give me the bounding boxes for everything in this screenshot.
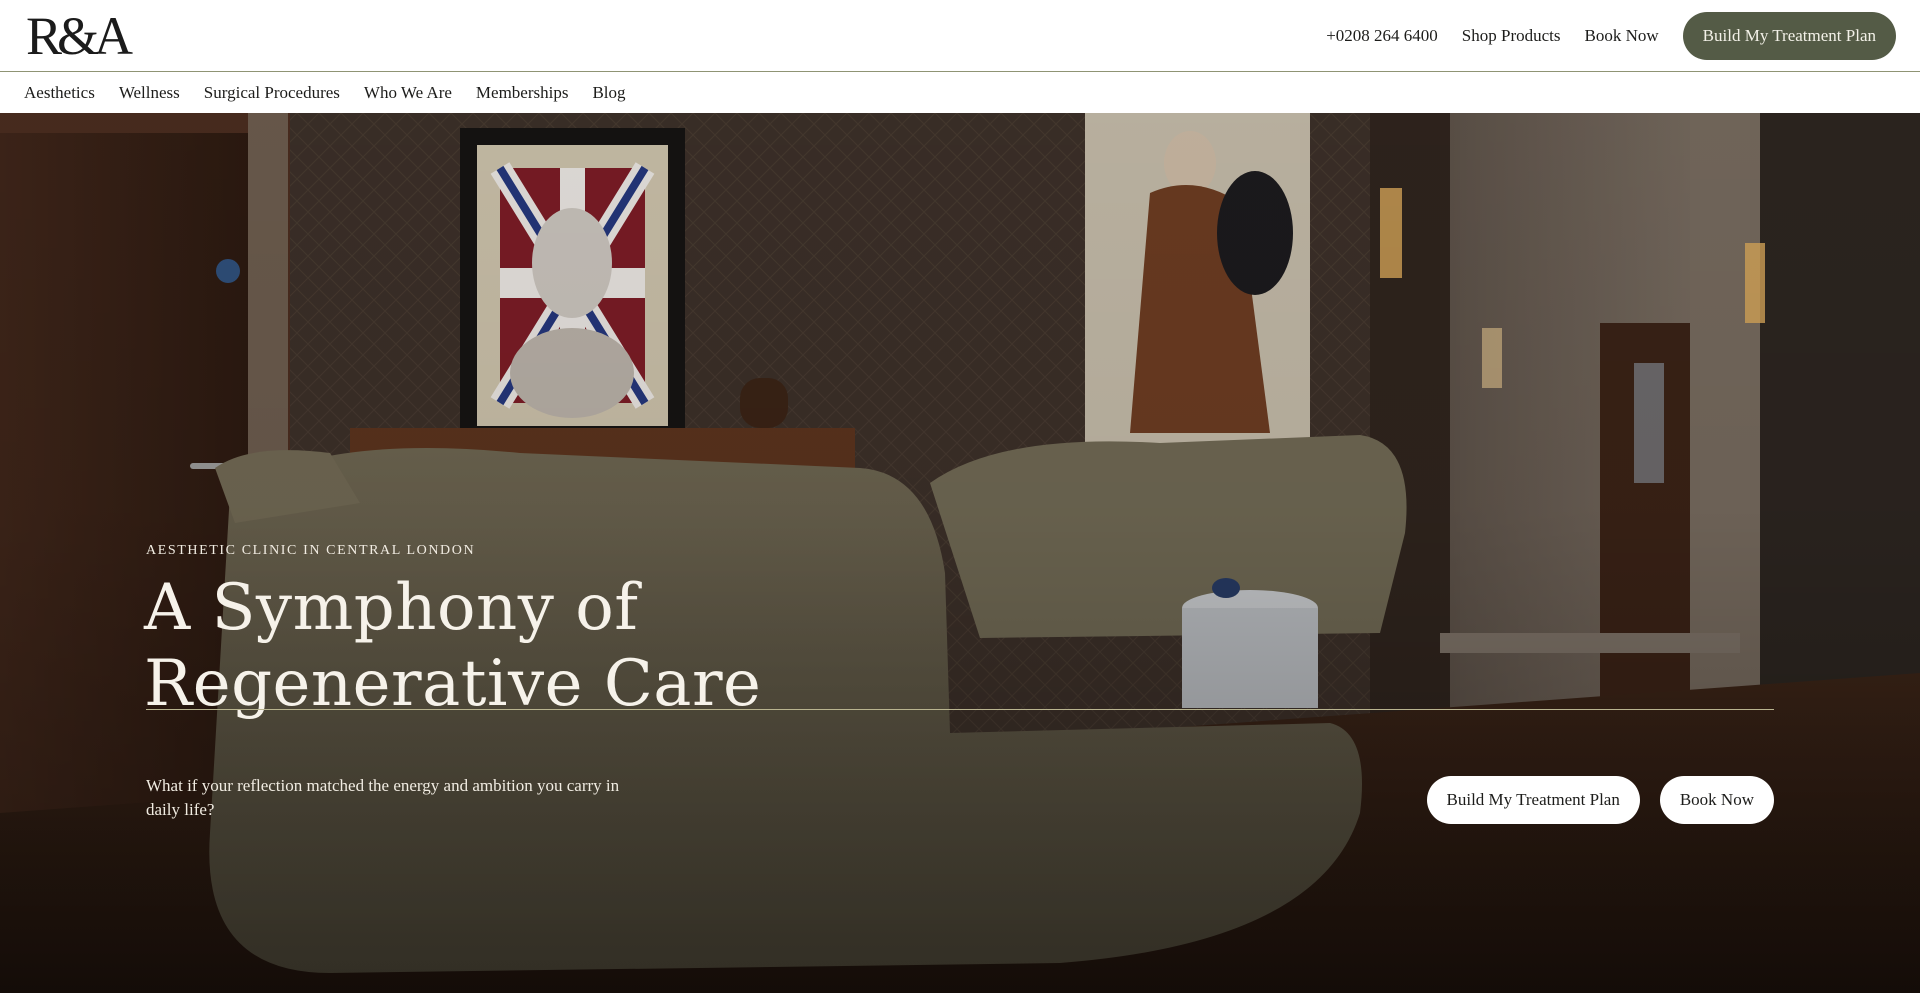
hero-book-now-button[interactable]: Book Now bbox=[1659, 776, 1774, 824]
nav-item-memberships[interactable]: Memberships bbox=[476, 83, 569, 103]
hero-headline-line2: Regenerative Care bbox=[144, 647, 762, 721]
hero-eyebrow: AESTHETIC CLINIC IN CENTRAL LONDON bbox=[146, 543, 476, 558]
brand-logo[interactable]: R&A bbox=[26, 9, 133, 63]
nav-item-blog[interactable]: Blog bbox=[592, 83, 625, 103]
shop-products-link[interactable]: Shop Products bbox=[1462, 26, 1561, 46]
hero-divider bbox=[146, 709, 1774, 710]
build-treatment-plan-button[interactable]: Build My Treatment Plan bbox=[1682, 12, 1896, 60]
hero-subtext: What if your reflection matched the ener… bbox=[146, 776, 620, 819]
hero-headline-line1: A Symphony of bbox=[144, 571, 639, 645]
hero-build-treatment-plan-button[interactable]: Build My Treatment Plan bbox=[1426, 776, 1640, 824]
header-actions: +0208 264 6400 Shop Products Book Now Bu… bbox=[1326, 12, 1896, 60]
main-nav: Aesthetics Wellness Surgical Procedures … bbox=[0, 73, 1920, 113]
nav-item-wellness[interactable]: Wellness bbox=[119, 83, 180, 103]
site-header: R&A +0208 264 6400 Shop Products Book No… bbox=[0, 0, 1920, 72]
hero-section: AESTHETIC CLINIC IN CENTRAL LONDON A Sym… bbox=[0, 113, 1920, 993]
book-now-link[interactable]: Book Now bbox=[1585, 26, 1659, 46]
phone-link[interactable]: +0208 264 6400 bbox=[1326, 26, 1438, 46]
nav-item-who-we-are[interactable]: Who We Are bbox=[364, 83, 452, 103]
hero-headline: A Symphony of Regenerative Care bbox=[144, 570, 761, 722]
hero-actions: Build My Treatment Plan Book Now bbox=[1426, 776, 1774, 824]
nav-item-surgical-procedures[interactable]: Surgical Procedures bbox=[204, 83, 340, 103]
nav-item-aesthetics[interactable]: Aesthetics bbox=[24, 83, 95, 103]
